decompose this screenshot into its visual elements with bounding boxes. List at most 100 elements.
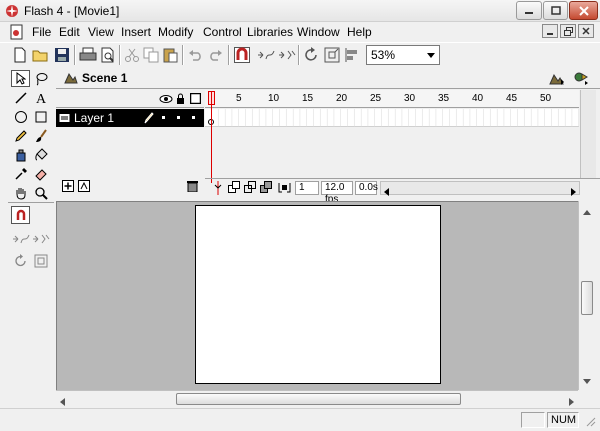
document-icon[interactable] <box>9 24 25 40</box>
menu-view[interactable]: View <box>88 25 114 39</box>
doc-restore-button[interactable] <box>560 24 576 38</box>
edit-symbols-icon[interactable] <box>572 69 590 87</box>
menu-libraries[interactable]: Libraries <box>247 25 293 39</box>
layer-name: Layer 1 <box>74 111 115 125</box>
resize-grip-icon[interactable] <box>584 415 596 430</box>
menu-help[interactable]: Help <box>347 25 372 39</box>
scene-tab[interactable]: Scene 1 <box>60 69 131 87</box>
onion-skin-icon[interactable] <box>228 181 241 197</box>
scale-option-icon[interactable] <box>31 252 50 270</box>
open-folder-icon[interactable] <box>31 45 51 65</box>
straighten-option-icon[interactable] <box>31 230 50 248</box>
menu-window[interactable]: Window <box>297 25 340 39</box>
menu-control[interactable]: Control <box>203 25 242 39</box>
arrow-tool-icon[interactable] <box>11 70 30 87</box>
menu-modify[interactable]: Modify <box>158 25 193 39</box>
redo-icon[interactable] <box>205 45 225 65</box>
cut-icon[interactable] <box>122 45 142 65</box>
lock-dot[interactable] <box>177 116 180 119</box>
scroll-down-icon[interactable] <box>583 373 591 387</box>
scale-icon[interactable] <box>322 45 342 65</box>
document-window-controls <box>542 24 594 38</box>
smooth-icon[interactable] <box>256 45 276 65</box>
ruler-tick: 15 <box>302 93 314 104</box>
print-preview-icon[interactable] <box>98 45 118 65</box>
outline-dot[interactable] <box>192 116 195 119</box>
svg-text:A: A <box>36 92 47 105</box>
onion-skin-outlines-icon[interactable] <box>244 181 257 197</box>
horizontal-scroll-thumb[interactable] <box>176 393 461 405</box>
smooth-option-icon[interactable] <box>11 230 30 248</box>
zoom-tool-icon[interactable] <box>31 184 50 201</box>
paint-bucket-tool-icon[interactable] <box>31 146 50 163</box>
copy-icon[interactable] <box>141 45 161 65</box>
close-button[interactable] <box>569 1 598 20</box>
line-tool-icon[interactable] <box>11 89 30 106</box>
ink-bottle-tool-icon[interactable] <box>11 146 30 163</box>
stage-workspace[interactable] <box>56 201 578 390</box>
snap-to-objects-magnet-icon[interactable] <box>232 45 252 65</box>
doc-close-button[interactable] <box>578 24 594 38</box>
print-icon[interactable] <box>78 45 98 65</box>
outline-icon[interactable] <box>189 92 202 107</box>
align-icon[interactable] <box>342 45 362 65</box>
timeline-vertical-scrollbar[interactable] <box>580 90 596 178</box>
lock-icon[interactable] <box>176 93 185 107</box>
modify-onion-markers-icon[interactable] <box>278 181 291 197</box>
timeline-horizontal-scrollbar[interactable] <box>380 181 580 196</box>
dropper-tool-icon[interactable] <box>11 165 30 182</box>
maximize-button[interactable] <box>543 1 568 20</box>
lasso-tool-icon[interactable] <box>31 70 50 87</box>
frames-panel: 1 5 10 15 20 25 30 35 40 45 50 <box>205 90 600 205</box>
rotate-option-icon[interactable] <box>11 252 30 270</box>
visibility-dot[interactable] <box>162 116 165 119</box>
status-cell-empty <box>521 412 545 428</box>
title-bar: Flash 4 - [Movie1] <box>0 0 600 22</box>
oval-tool-icon[interactable] <box>11 108 30 125</box>
scroll-up-icon[interactable] <box>583 204 591 218</box>
brush-tool-icon[interactable] <box>31 127 50 144</box>
save-disk-icon[interactable] <box>52 45 72 65</box>
hand-tool-icon[interactable] <box>11 184 30 201</box>
layer-row[interactable]: Layer 1 <box>56 109 204 127</box>
text-tool-icon[interactable]: A <box>31 89 50 106</box>
scroll-right-icon[interactable] <box>571 185 576 199</box>
menu-edit[interactable]: Edit <box>59 25 80 39</box>
main-toolbar: 53% <box>0 42 600 66</box>
frame-ruler[interactable]: 1 5 10 15 20 25 30 35 40 45 50 <box>205 90 579 108</box>
center-frame-icon[interactable] <box>213 181 223 198</box>
eye-icon[interactable] <box>159 93 173 107</box>
add-layer-icon[interactable] <box>62 180 74 195</box>
pencil-tool-icon[interactable] <box>11 127 30 144</box>
undo-icon[interactable] <box>186 45 206 65</box>
stage-canvas[interactable] <box>195 205 441 384</box>
layer-panel: Layer 1 <box>56 90 204 196</box>
scroll-left-icon[interactable] <box>60 395 65 409</box>
ruler-tick: 30 <box>404 93 416 104</box>
stage-vertical-scrollbar[interactable] <box>578 201 595 390</box>
new-file-icon[interactable] <box>10 45 30 65</box>
rotate-icon[interactable] <box>302 45 322 65</box>
trash-icon[interactable] <box>187 180 198 195</box>
doc-minimize-button[interactable] <box>542 24 558 38</box>
stage-horizontal-scrollbar[interactable] <box>56 390 578 407</box>
rectangle-tool-icon[interactable] <box>31 108 50 125</box>
eraser-tool-icon[interactable] <box>31 165 50 182</box>
menu-file[interactable]: File <box>32 25 51 39</box>
menu-insert[interactable]: Insert <box>121 25 151 39</box>
edit-scene-icon[interactable] <box>548 69 566 87</box>
scroll-right-icon[interactable] <box>569 395 574 409</box>
edit-multiple-frames-icon[interactable] <box>260 181 273 197</box>
chevron-down-icon[interactable] <box>423 47 438 63</box>
scroll-left-icon[interactable] <box>384 185 389 199</box>
snap-magnet-option-icon[interactable] <box>11 206 30 224</box>
frame-row[interactable] <box>205 109 579 127</box>
minimize-button[interactable] <box>516 1 542 20</box>
vertical-scroll-thumb[interactable] <box>581 281 593 315</box>
add-guide-layer-icon[interactable] <box>78 180 90 195</box>
zoom-select[interactable]: 53% <box>366 45 440 65</box>
paste-icon[interactable] <box>160 45 180 65</box>
pencil-icon <box>144 111 154 127</box>
straighten-icon[interactable] <box>277 45 297 65</box>
flash-app-icon[interactable] <box>4 3 20 19</box>
